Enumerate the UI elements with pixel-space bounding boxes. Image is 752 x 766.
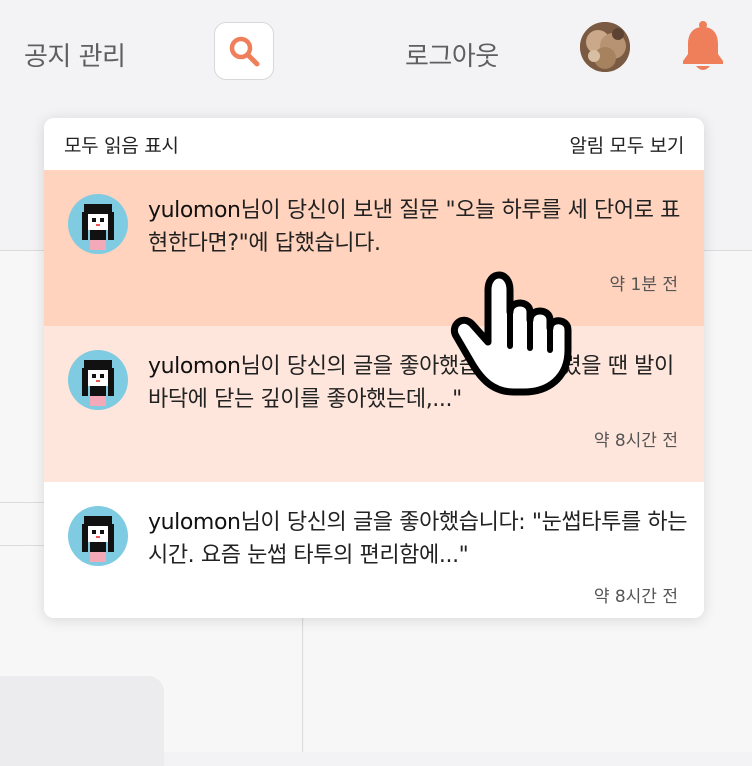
notification-dropdown: 모두 읽음 표시 알림 모두 보기 yulomon님이 당신이 보낸 질문 "오… bbox=[44, 118, 704, 618]
notification-time: 약 1분 전 bbox=[609, 275, 678, 295]
mark-all-read-button[interactable]: 모두 읽음 표시 bbox=[64, 131, 179, 158]
notification-message: yulomon님이 당신의 글을 좋아했습니다: "눈썹타투를 하는 시간. 요… bbox=[148, 506, 688, 572]
notification-message: yulomon님이 당신의 글을 좋아했습니다: "어렸을 땐 발이 바닥에 닫… bbox=[148, 350, 688, 416]
user-avatar[interactable] bbox=[580, 22, 630, 72]
pixel-avatar-icon bbox=[68, 194, 128, 254]
notification-item[interactable]: yulomon님이 당신이 보낸 질문 "오늘 하루를 세 단어로 표현한다면?… bbox=[44, 170, 704, 326]
background-card bbox=[0, 676, 164, 766]
bell-icon bbox=[683, 21, 723, 70]
search-icon bbox=[229, 36, 260, 67]
dog-photo-icon bbox=[580, 22, 630, 72]
dropdown-header: 모두 읽음 표시 알림 모두 보기 bbox=[44, 118, 704, 170]
top-header: 공지 관리 로그아웃 bbox=[0, 0, 752, 105]
notification-message: yulomon님이 당신이 보낸 질문 "오늘 하루를 세 단어로 표현한다면?… bbox=[148, 194, 688, 260]
notification-bell-button[interactable] bbox=[680, 20, 726, 72]
notification-time: 약 8시간 전 bbox=[593, 587, 678, 607]
pixel-avatar-icon bbox=[68, 350, 128, 410]
notice-management-link[interactable]: 공지 관리 bbox=[24, 36, 126, 73]
notification-username: yulomon bbox=[148, 510, 241, 535]
view-all-notifications-link[interactable]: 알림 모두 보기 bbox=[569, 131, 684, 158]
logout-link[interactable]: 로그아웃 bbox=[405, 36, 499, 73]
notification-time: 약 8시간 전 bbox=[593, 431, 678, 451]
notification-item[interactable]: yulomon님이 당신의 글을 좋아했습니다: "어렸을 땐 발이 바닥에 닫… bbox=[44, 326, 704, 482]
search-button[interactable] bbox=[214, 22, 274, 80]
notification-username: yulomon bbox=[148, 198, 241, 223]
notification-username: yulomon bbox=[148, 354, 241, 379]
pixel-avatar-icon bbox=[68, 506, 128, 566]
notification-item[interactable]: yulomon님이 당신의 글을 좋아했습니다: "눈썹타투를 하는 시간. 요… bbox=[44, 482, 704, 618]
